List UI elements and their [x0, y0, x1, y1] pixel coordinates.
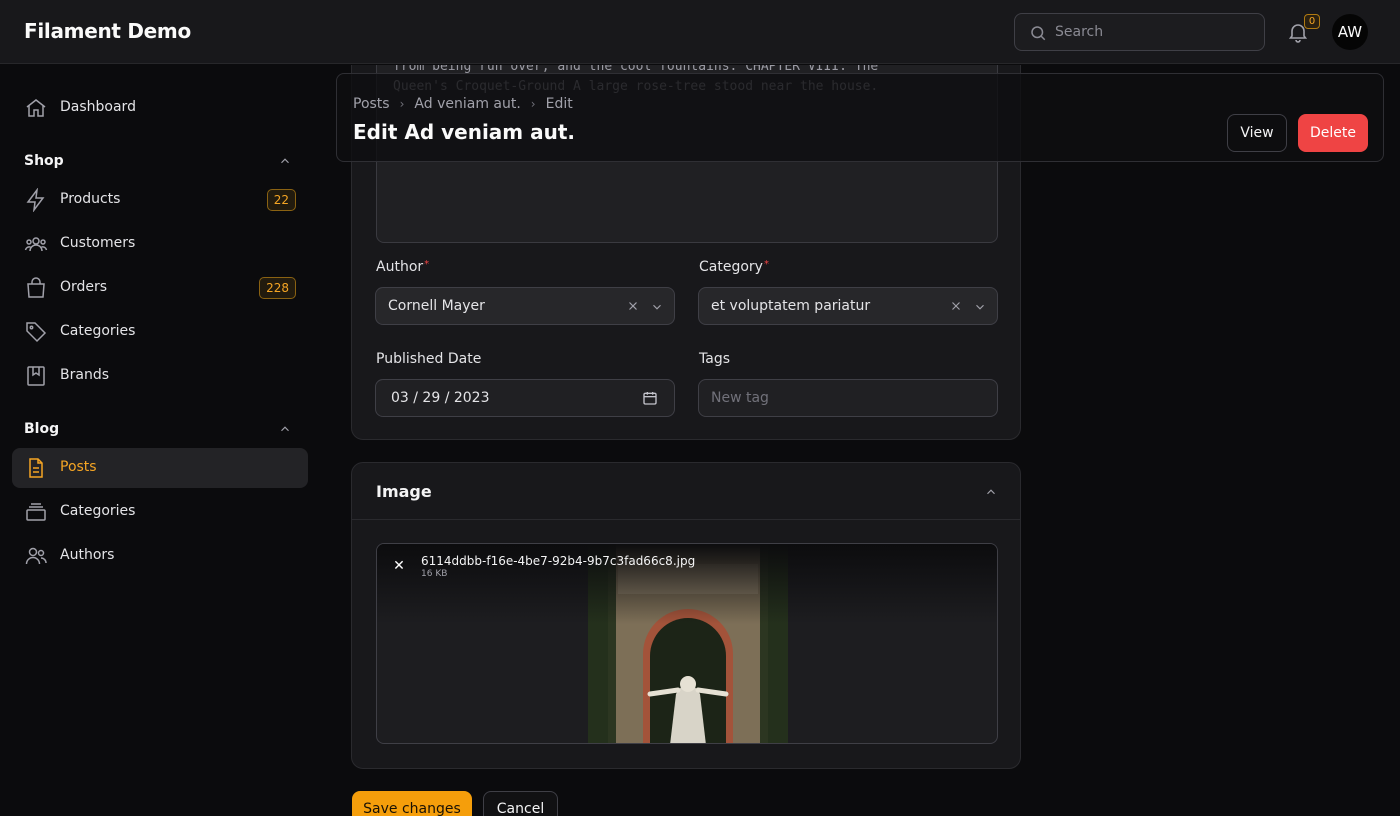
- stack-icon: [26, 503, 46, 521]
- divider: [352, 519, 1020, 520]
- breadcrumb-posts[interactable]: Posts: [353, 96, 390, 112]
- chevron-right-icon: ›: [530, 97, 536, 111]
- category-label-text: Category: [699, 259, 763, 275]
- published-date-label: Published Date: [376, 351, 482, 367]
- category-label: Category*: [699, 259, 769, 275]
- sidebar-item-authors[interactable]: Authors: [12, 536, 308, 576]
- sidebar-item-label: Customers: [60, 235, 136, 251]
- sidebar-item-label: Authors: [60, 547, 115, 563]
- image-section-card: Image ✕ 6114ddbb-f16e-4be7-92b4-9b7c3fad…: [351, 462, 1021, 769]
- shopping-bag-icon: [27, 277, 45, 298]
- image-upload[interactable]: ✕ 6114ddbb-f16e-4be7-92b4-9b7c3fad66c8.j…: [376, 543, 998, 744]
- sidebar-item-label: Orders: [60, 279, 108, 295]
- author-label-text: Author: [376, 259, 424, 275]
- author-select[interactable]: Cornell Mayer: [375, 287, 675, 325]
- tags-field[interactable]: [698, 379, 998, 417]
- sidebar-item-shop-categories[interactable]: Categories: [12, 312, 308, 352]
- breadcrumb-edit: Edit: [545, 96, 573, 112]
- sidebar-item-label: Dashboard: [60, 99, 136, 115]
- users-group-icon: [24, 237, 48, 252]
- sidebar: Dashboard Shop Products 22 Customers Ord…: [0, 65, 320, 816]
- search-input[interactable]: [1055, 14, 1255, 50]
- sidebar-item-blog-categories[interactable]: Categories: [12, 492, 308, 532]
- nav-group-blog[interactable]: Blog: [24, 418, 296, 440]
- remove-file-button[interactable]: ✕: [389, 556, 409, 576]
- sidebar-item-customers[interactable]: Customers: [12, 224, 308, 264]
- sidebar-item-dashboard[interactable]: Dashboard: [12, 88, 308, 128]
- chevron-right-icon: ›: [399, 97, 405, 111]
- clear-icon[interactable]: [626, 299, 640, 313]
- bookmark-square-icon: [27, 366, 45, 386]
- notifications-badge: 0: [1304, 14, 1320, 29]
- global-search[interactable]: [1014, 13, 1265, 51]
- published-date-field[interactable]: 03 / 29 / 2023: [375, 379, 675, 417]
- page-title: Edit Ad veniam aut.: [353, 120, 576, 144]
- author-label: Author*: [376, 259, 429, 275]
- document-text-icon: [29, 458, 43, 478]
- search-icon: [1031, 26, 1046, 41]
- users-icon: [25, 547, 47, 565]
- brand-logo[interactable]: Filament Demo: [24, 19, 191, 43]
- tag-icon: [26, 322, 47, 343]
- chevron-up-icon[interactable]: [278, 154, 292, 168]
- home-icon: [26, 99, 46, 117]
- chevron-down-icon[interactable]: [650, 300, 664, 314]
- category-select[interactable]: et voluptatem pariatur: [698, 287, 998, 325]
- chevron-up-icon[interactable]: [278, 422, 292, 436]
- count-badge: 22: [266, 189, 296, 211]
- tags-input[interactable]: [711, 380, 991, 416]
- chevron-down-icon[interactable]: [973, 300, 987, 314]
- nav-group-label: Blog: [24, 421, 60, 437]
- breadcrumb: Posts › Ad veniam aut. › Edit: [353, 96, 573, 112]
- sidebar-item-brands[interactable]: Brands: [12, 356, 308, 396]
- main-content: Alice ... by the ... bright ... and thos…: [320, 65, 1400, 816]
- sidebar-item-products[interactable]: Products 22: [12, 180, 308, 220]
- sidebar-item-posts[interactable]: Posts: [12, 448, 308, 488]
- sidebar-item-label: Posts: [60, 459, 97, 475]
- file-size: 16 KB: [421, 569, 448, 579]
- required-marker: *: [424, 259, 430, 270]
- save-changes-button[interactable]: Save changes: [352, 791, 472, 816]
- bolt-icon: [26, 188, 45, 212]
- author-value: Cornell Mayer: [388, 298, 485, 314]
- sidebar-item-orders[interactable]: Orders 228: [12, 268, 308, 308]
- image-section-title: Image: [376, 482, 432, 501]
- tags-label: Tags: [699, 351, 730, 367]
- sidebar-item-label: Categories: [60, 323, 136, 339]
- count-badge: 228: [259, 277, 296, 299]
- nav-group-label: Shop: [24, 153, 64, 169]
- cancel-button[interactable]: Cancel: [483, 791, 558, 816]
- user-avatar[interactable]: AW: [1332, 14, 1368, 50]
- delete-button[interactable]: Delete: [1298, 114, 1368, 152]
- category-value: et voluptatem pariatur: [711, 298, 871, 314]
- nav-group-shop[interactable]: Shop: [24, 150, 296, 172]
- sidebar-item-label: Products: [60, 191, 121, 207]
- clear-icon[interactable]: [949, 299, 963, 313]
- published-date-value: 03 / 29 / 2023: [391, 390, 490, 406]
- file-name: 6114ddbb-f16e-4be7-92b4-9b7c3fad66c8.jpg: [421, 554, 696, 568]
- required-marker: *: [763, 259, 769, 270]
- sidebar-item-label: Categories: [60, 503, 136, 519]
- calendar-icon[interactable]: [642, 390, 658, 406]
- topbar: Filament Demo 0 AW: [0, 0, 1400, 64]
- chevron-up-icon[interactable]: [984, 485, 998, 499]
- view-button[interactable]: View: [1227, 114, 1287, 152]
- sticky-page-header: Posts › Ad veniam aut. › Edit Edit Ad ve…: [336, 73, 1384, 162]
- sidebar-item-label: Brands: [60, 367, 109, 383]
- breadcrumb-record[interactable]: Ad veniam aut.: [414, 96, 520, 112]
